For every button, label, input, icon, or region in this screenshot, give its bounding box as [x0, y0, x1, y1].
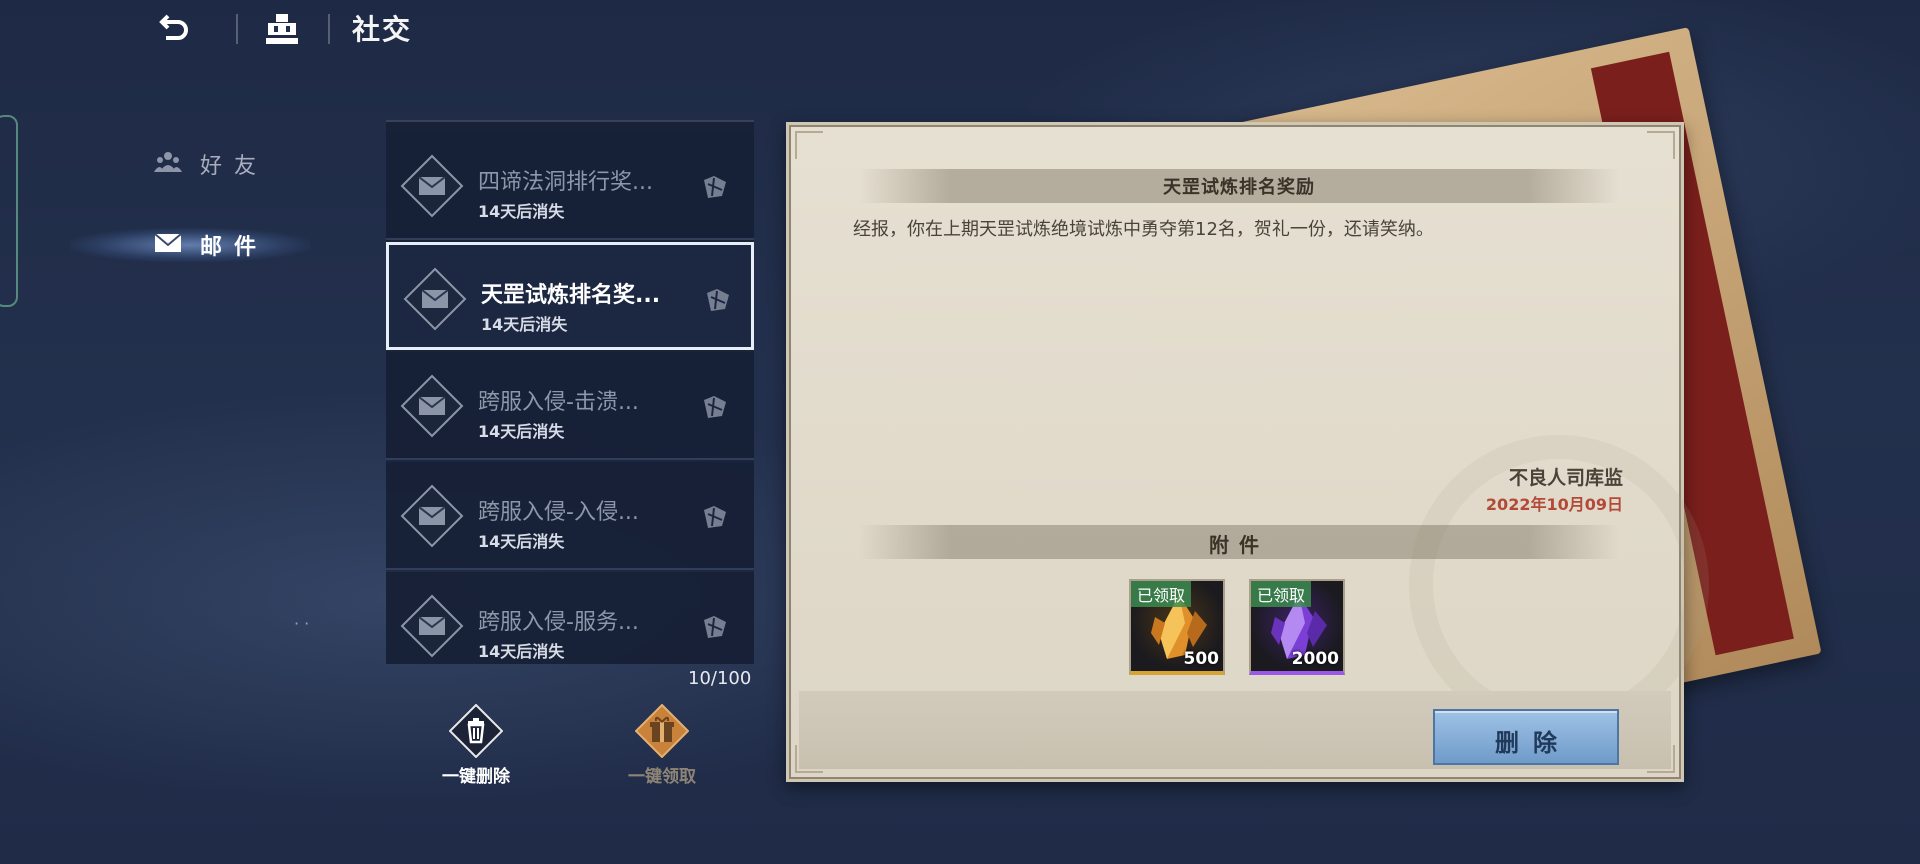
attachments-header: 附件: [1209, 533, 1269, 557]
mail-envelope-icon: [400, 154, 464, 218]
claim-all-button[interactable]: 一键领取: [612, 702, 712, 792]
attachment-claimed-icon: [707, 289, 729, 311]
mail-expiry: 14天后消失: [481, 315, 568, 334]
envelope-icon: [154, 231, 182, 255]
mail-envelope-icon: [400, 484, 464, 548]
attachments-banner: 附件: [859, 525, 1619, 559]
mail-title: 跨服入侵-服务...: [478, 610, 639, 635]
item-quantity: 2000: [1291, 649, 1339, 669]
mail-count: 10/100: [688, 668, 752, 689]
mail-list-item[interactable]: 跨服入侵-击溃... 14天后消失: [386, 352, 754, 460]
gift-icon: [635, 704, 689, 758]
mail-list-item[interactable]: 跨服入侵-入侵... 14天后消失: [386, 462, 754, 570]
mail-title: 四谛法洞排行奖...: [478, 170, 653, 195]
decorative-dots: · ·: [294, 614, 310, 633]
mail-title-banner: 天罡试炼排名奖励: [859, 169, 1619, 203]
attachment-claimed-icon: [704, 616, 726, 638]
delete-all-label: 一键删除: [442, 767, 510, 787]
tab-mail[interactable]: 邮件: [150, 221, 350, 265]
claim-all-label: 一键领取: [628, 767, 696, 787]
divider: [328, 14, 330, 44]
delete-all-button[interactable]: 一键删除: [426, 702, 526, 792]
mail-expiry: 14天后消失: [478, 422, 565, 441]
mail-list[interactable]: 四谛法洞排行奖... 14天后消失 天罡试炼排名奖... 14天后消失 跨服入侵…: [386, 120, 754, 664]
attachment-item[interactable]: 已领取 2000: [1249, 579, 1345, 675]
attachment-item[interactable]: 已领取 500: [1129, 579, 1225, 675]
mail-body: 经报，你在上期天罡试炼绝境试炼中勇夺第12名，贺礼一份，还请笑纳。: [853, 219, 1434, 240]
mail-envelope-icon: [400, 594, 464, 658]
attachment-claimed-icon: [704, 506, 726, 528]
mail-date: 2022年10月09日: [1485, 495, 1623, 514]
mail-expiry: 14天后消失: [478, 202, 565, 221]
mail-envelope-icon: [400, 374, 464, 438]
back-icon[interactable]: [152, 10, 192, 50]
mail-list-item[interactable]: 天罡试炼排名奖... 14天后消失: [386, 242, 754, 350]
home-icon[interactable]: [262, 10, 302, 50]
tab-friends-label: 好友: [200, 154, 269, 179]
mail-title: 天罡试炼排名奖...: [481, 283, 661, 308]
delete-button[interactable]: 删除: [1433, 709, 1619, 765]
mail-list-item[interactable]: 跨服入侵-服务... 14天后消失: [386, 572, 754, 664]
mail-detail-panel: 天罡试炼排名奖励 经报，你在上期天罡试炼绝境试炼中勇夺第12名，贺礼一份，还请笑…: [786, 122, 1709, 782]
page-title: 社交: [352, 13, 413, 46]
mail-title: 跨服入侵-入侵...: [478, 500, 639, 525]
attachment-claimed-icon: [704, 176, 726, 198]
mail-expiry: 14天后消失: [478, 532, 565, 551]
mail-title: 跨服入侵-击溃...: [478, 390, 639, 415]
side-panel-edge[interactable]: [0, 115, 18, 307]
tab-friends[interactable]: 好友: [150, 140, 350, 184]
mail-detail-title: 天罡试炼排名奖励: [1163, 177, 1315, 198]
attachment-claimed-icon: [704, 396, 726, 418]
delete-button-label: 删除: [1495, 729, 1571, 757]
tab-mail-label: 邮件: [200, 235, 269, 260]
mail-sender: 不良人司库监: [1508, 467, 1623, 489]
claimed-badge: 已领取: [1251, 581, 1312, 607]
mail-expiry: 14天后消失: [478, 642, 565, 661]
trash-icon: [449, 704, 503, 758]
mail-list-item[interactable]: 四谛法洞排行奖... 14天后消失: [386, 132, 754, 240]
item-quantity: 500: [1183, 649, 1220, 669]
mail-envelope-icon: [403, 267, 467, 331]
divider: [236, 14, 238, 44]
friends-icon: [154, 150, 182, 174]
claimed-badge: 已领取: [1131, 581, 1192, 607]
